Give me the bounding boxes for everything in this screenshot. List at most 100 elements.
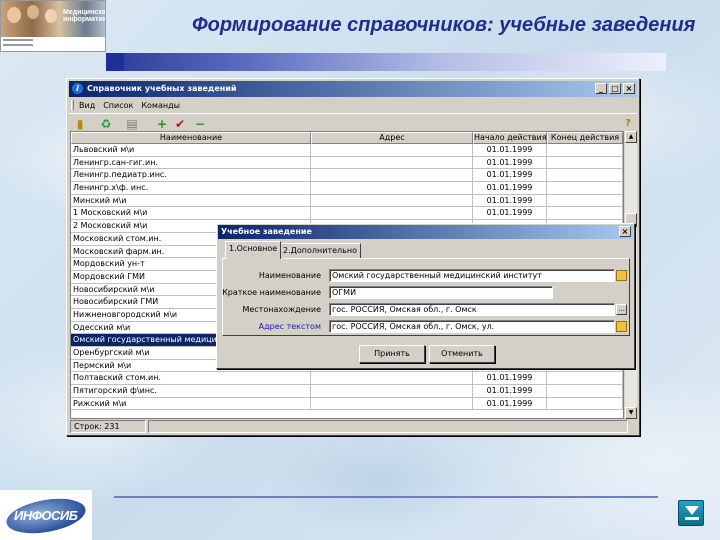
status-bar: Строк: 231 — [70, 420, 636, 433]
cell-name: Ленингр.педиатр.инс. — [71, 169, 311, 183]
cell-address — [311, 182, 473, 195]
menu-view[interactable]: Вид — [79, 101, 95, 110]
cell-name: Рижский м\и — [71, 397, 311, 411]
cell-end-date — [547, 194, 623, 208]
toolbar: ▮ ♻ ▤ + ✔ − ? — [69, 113, 637, 133]
cell-address — [311, 169, 473, 183]
table-row[interactable]: Пятигорский ф\инс. 01.01.1999 — [71, 385, 623, 398]
cell-name: Ленингр.сан-гиг.ин. — [71, 156, 311, 170]
short-name-field[interactable]: ОГМИ — [329, 286, 553, 299]
cell-start-date: 01.01.1999 — [473, 207, 547, 221]
cell-address — [311, 385, 473, 398]
cell-name: Минский м\и — [71, 194, 311, 208]
remove-icon[interactable]: − — [193, 117, 207, 131]
info-icon: i — [72, 83, 83, 94]
footer-logo-text: ИНФОСИБ — [14, 508, 78, 523]
cell-name: Львовский м\и — [71, 144, 311, 157]
cell-name: Пятигорский ф\инс. — [71, 385, 311, 398]
table-row[interactable]: Рижский м\и 01.01.1999 — [71, 397, 623, 411]
table-row[interactable]: Львовский м\и 01.01.1999 — [71, 144, 623, 157]
tab-additional[interactable]: 2.Дополнительно — [279, 243, 361, 258]
window-titlebar: i Справочник учебных заведений _ □ × — [69, 81, 637, 97]
footer-divider — [114, 496, 658, 498]
cell-address — [311, 372, 473, 386]
cell-address — [311, 397, 473, 411]
window-title: Справочник учебных заведений — [87, 84, 237, 93]
column-header-end[interactable]: Конец действия — [547, 132, 623, 144]
infosib-logo: ИНФОСИБ — [0, 490, 92, 540]
address-text-field[interactable]: гос. РОССИЯ, Омская обл., г. Омск, ул. — [329, 320, 615, 333]
location-field[interactable]: гос. РОССИЯ, Омская обл., г. Омск — [329, 303, 615, 316]
cell-start-date: 01.01.1999 — [473, 156, 547, 170]
cell-end-date — [547, 397, 623, 411]
minimize-button[interactable]: _ — [595, 83, 607, 94]
check-icon[interactable]: ✔ — [173, 117, 187, 131]
dialog-close-button[interactable]: × — [619, 226, 631, 237]
institution-dialog: Учебное заведение × 1.Основное 2.Дополни… — [216, 223, 635, 369]
title-decor-bar — [106, 53, 666, 71]
status-panel — [148, 420, 628, 433]
cell-end-date — [547, 144, 623, 157]
cell-start-date: 01.01.1999 — [473, 385, 547, 398]
menu-commands[interactable]: Команды — [141, 101, 180, 110]
table-row[interactable]: Минский м\и 01.01.1999 — [71, 194, 623, 208]
cell-end-date — [547, 182, 623, 195]
row-count: Строк: 231 — [70, 420, 146, 433]
book-icon[interactable]: ▮ — [73, 117, 87, 131]
scroll-down-button[interactable]: ▼ — [625, 407, 637, 419]
cancel-button[interactable]: Отменить — [429, 345, 495, 363]
cell-start-date: 01.01.1999 — [473, 397, 547, 411]
cell-start-date: 01.01.1999 — [473, 169, 547, 183]
accept-button[interactable]: Принять — [359, 345, 425, 363]
menu-bar: Вид Список Команды — [69, 98, 637, 112]
cell-start-date: 01.01.1999 — [473, 372, 547, 386]
address-lookup-icon[interactable] — [616, 321, 627, 332]
table-row[interactable]: 1 Московский м\и 01.01.1999 — [71, 207, 623, 221]
add-icon[interactable]: + — [155, 117, 169, 131]
logo-caption: Медицинская информатика — [63, 9, 106, 23]
column-header-name[interactable]: Наименование — [71, 132, 311, 144]
cell-address — [311, 207, 473, 221]
cell-name: 1 Московский м\и — [71, 207, 311, 221]
print-icon[interactable]: ▤ — [125, 117, 139, 131]
cell-start-date: 01.01.1999 — [473, 182, 547, 195]
name-lookup-icon[interactable] — [616, 270, 627, 281]
address-text-label: Адрес текстом — [258, 322, 321, 331]
menu-list[interactable]: Список — [103, 101, 133, 110]
column-header-start[interactable]: Начало действия — [473, 132, 547, 144]
cell-start-date: 01.01.1999 — [473, 194, 547, 208]
cell-address — [311, 194, 473, 208]
cell-end-date — [547, 207, 623, 221]
cell-end-date — [547, 156, 623, 170]
cell-start-date: 01.01.1999 — [473, 144, 547, 157]
name-field[interactable]: Омский государственный медицинский инсти… — [329, 269, 615, 282]
cell-end-date — [547, 169, 623, 183]
cell-address — [311, 144, 473, 157]
help-icon[interactable]: ? — [621, 117, 635, 131]
table-row[interactable]: Полтавский стом.ин. 01.01.1999 — [71, 372, 623, 386]
tab-panel: Наименование Омский государственный меди… — [222, 258, 630, 336]
table-row[interactable]: Ленингр.сан-гиг.ин. 01.01.1999 — [71, 156, 623, 170]
short-name-label: Краткое наименование — [222, 288, 321, 297]
maximize-button[interactable]: □ — [609, 83, 621, 94]
name-label: Наименование — [258, 271, 321, 280]
table-row[interactable]: Ленингр.педиатр.инс. 01.01.1999 — [71, 169, 623, 183]
scroll-up-button[interactable]: ▲ — [625, 131, 637, 143]
table-row[interactable]: Ленингр.х\ф. инс. 01.01.1999 — [71, 182, 623, 195]
cell-end-date — [547, 372, 623, 386]
location-browse-button[interactable]: … — [616, 304, 627, 315]
dialog-titlebar: Учебное заведение × — [218, 225, 633, 239]
location-label: Местонахождение — [242, 305, 321, 314]
column-header-address[interactable]: Адрес — [311, 132, 473, 144]
course-logo: Медицинская информатика — [0, 0, 106, 52]
refresh-icon[interactable]: ♻ — [99, 117, 113, 131]
cell-name: Ленингр.х\ф. инс. — [71, 182, 311, 195]
slide-title: Формирование справочников: учебные завед… — [192, 14, 696, 36]
close-button[interactable]: × — [623, 83, 635, 94]
tab-main[interactable]: 1.Основное — [225, 241, 282, 259]
cell-end-date — [547, 385, 623, 398]
table-header: Наименование Адрес Начало действия Конец… — [71, 132, 623, 144]
next-slide-icon[interactable] — [678, 500, 704, 526]
cell-name: Полтавский стом.ин. — [71, 372, 311, 386]
logo-text-lines — [3, 39, 103, 49]
